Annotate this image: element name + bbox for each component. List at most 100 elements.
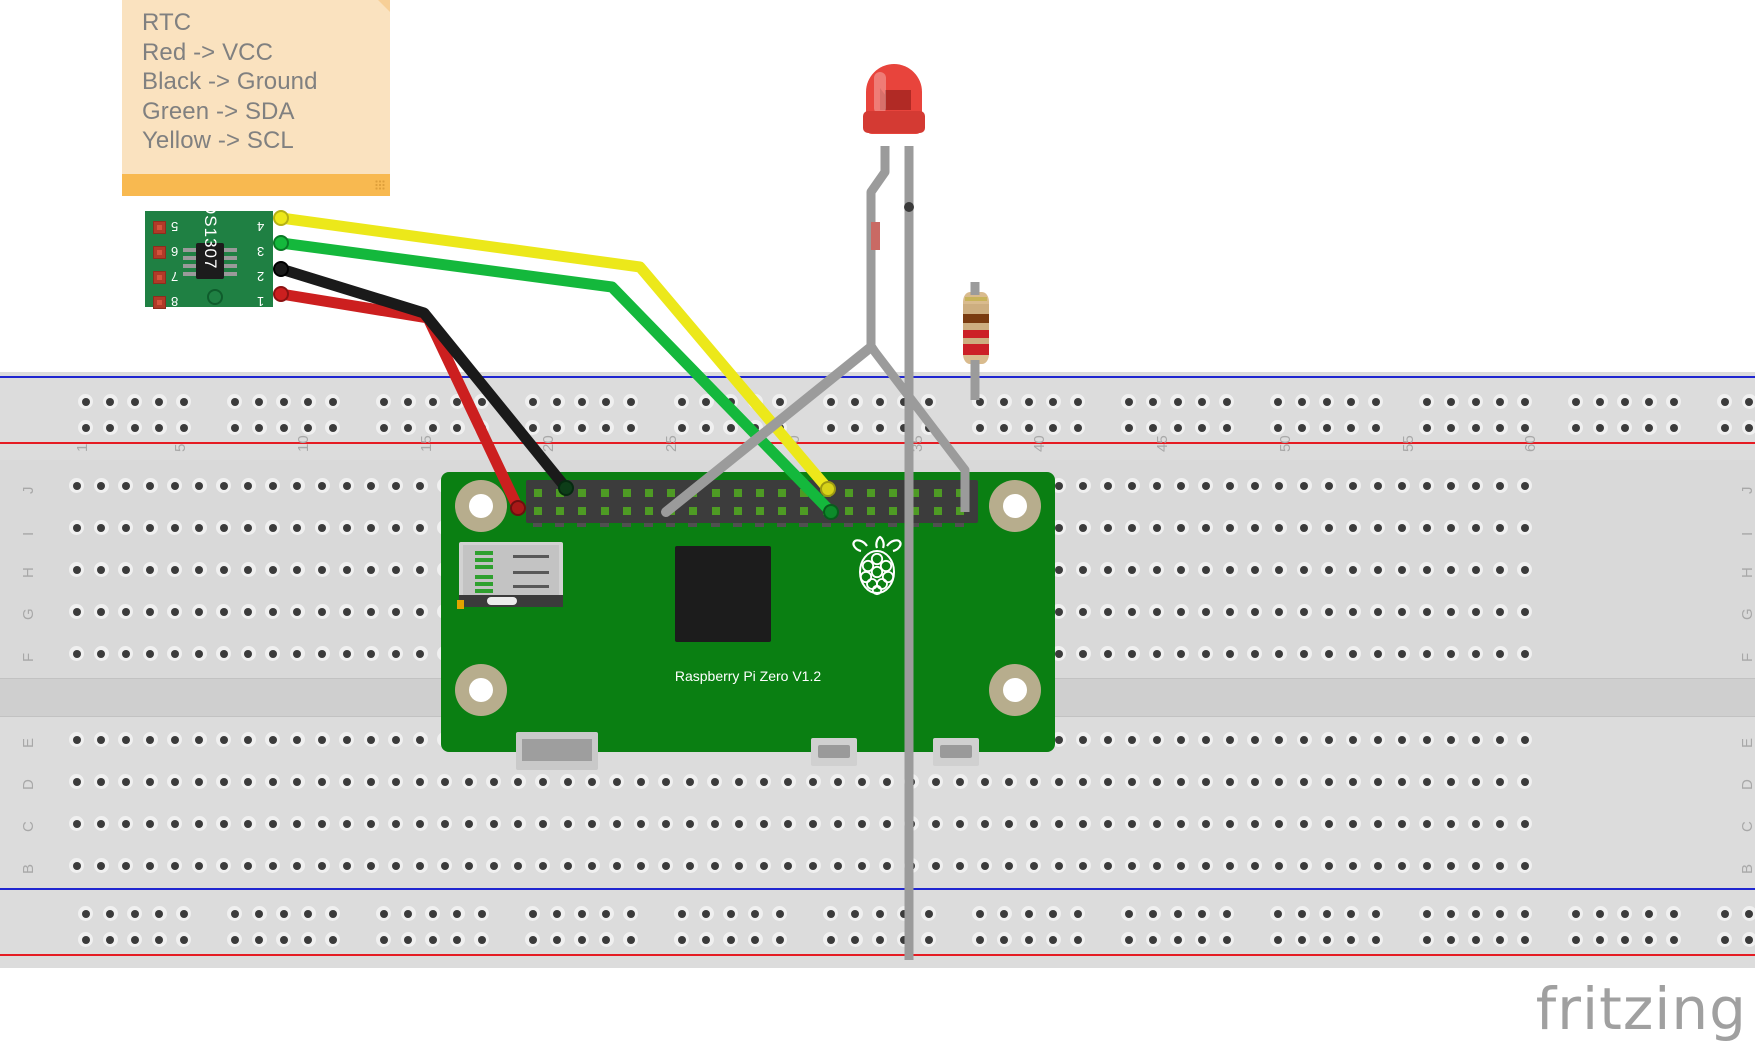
breadboard-hole[interactable] [1370,858,1386,873]
breadboard-hole[interactable] [191,520,207,535]
breadboard-hole[interactable] [1219,932,1235,947]
breadboard-hole[interactable] [388,732,404,747]
breadboard-hole[interactable] [682,858,698,873]
breadboard-hole[interactable] [854,858,870,873]
gpio-pin[interactable] [867,489,875,497]
breadboard-hole[interactable] [1222,646,1238,661]
breadboard-hole[interactable] [376,932,391,947]
breadboard-hole[interactable] [1468,858,1484,873]
breadboard-hole[interactable] [1001,816,1017,831]
breadboard-hole[interactable] [1568,932,1583,947]
yellow-wire-end[interactable] [273,210,289,226]
gpio-pin[interactable] [844,507,853,515]
breadboard-hole[interactable] [707,774,723,789]
breadboard-hole[interactable] [1345,774,1361,789]
breadboard-hole[interactable] [1173,774,1189,789]
breadboard-hole[interactable] [1592,420,1608,435]
breadboard-hole[interactable] [325,932,341,947]
breadboard-hole[interactable] [1194,932,1210,947]
breadboard-hole[interactable] [325,394,341,409]
breadboard-hole[interactable] [339,478,355,493]
breadboard-hole[interactable] [251,420,267,435]
breadboard-hole[interactable] [1271,774,1287,789]
breadboard-hole[interactable] [574,420,590,435]
breadboard-hole[interactable] [872,420,888,435]
breadboard-hole[interactable] [400,932,416,947]
breadboard-hole[interactable] [142,816,158,831]
breadboard-hole[interactable] [176,906,192,921]
note-resize-grip[interactable] [375,180,385,190]
breadboard-hole[interactable] [1045,906,1061,921]
breadboard-hole[interactable] [1492,394,1508,409]
breadboard-hole[interactable] [698,932,714,947]
breadboard-hole[interactable] [1121,394,1136,409]
breadboard-hole[interactable] [633,816,649,831]
breadboard-hole[interactable] [921,906,937,921]
breadboard-hole[interactable] [227,932,242,947]
resistor[interactable] [963,292,989,364]
breadboard-hole[interactable] [928,858,944,873]
breadboard-hole[interactable] [972,420,987,435]
breadboard-hole[interactable] [977,816,993,831]
breadboard-hole[interactable] [339,732,355,747]
breadboard-hole[interactable] [1194,394,1210,409]
breadboard-hole[interactable] [1021,906,1037,921]
breadboard-hole[interactable] [1100,646,1116,661]
breadboard-hole[interactable] [1124,816,1140,831]
breadboard-hole[interactable] [1468,732,1484,747]
breadboard-hole[interactable] [1051,774,1066,789]
gpio-pin[interactable] [778,489,787,497]
breadboard-hole[interactable] [1145,932,1161,947]
mini-hdmi-connector[interactable] [516,732,598,770]
breadboard-hole[interactable] [658,816,674,831]
breadboard-hole[interactable] [69,646,84,661]
breadboard-hole[interactable] [1443,520,1459,535]
breadboard-hole[interactable] [535,816,551,831]
breadboard-hole[interactable] [191,478,207,493]
breadboard-hole[interactable] [1345,478,1361,493]
breadboard-hole[interactable] [1717,932,1732,947]
breadboard-hole[interactable] [1443,774,1459,789]
breadboard-hole[interactable] [560,774,575,789]
breadboard-hole[interactable] [731,816,747,831]
breadboard-hole[interactable] [1075,858,1091,873]
breadboard-hole[interactable] [747,906,763,921]
breadboard-hole[interactable] [412,646,428,661]
gpio-pin[interactable] [889,489,898,497]
breadboard-hole[interactable] [805,774,821,789]
breadboard-hole[interactable] [1443,858,1459,873]
breadboard-hole[interactable] [1270,932,1285,947]
breadboard-hole[interactable] [1517,774,1533,789]
breadboard-hole[interactable] [1394,520,1410,535]
breadboard-hole[interactable] [191,604,207,619]
breadboard-hole[interactable] [1219,906,1235,921]
breadboard-hole[interactable] [191,562,207,577]
breadboard-hole[interactable] [682,774,698,789]
breadboard-hole[interactable] [1468,774,1484,789]
breadboard-hole[interactable] [1717,906,1732,921]
breadboard-hole[interactable] [928,816,944,831]
breadboard-hole[interactable] [1222,562,1238,577]
rtc-pad-6[interactable] [153,246,166,259]
breadboard-hole[interactable] [1124,646,1140,661]
breadboard-hole[interactable] [1617,420,1633,435]
breadboard-hole[interactable] [425,906,441,921]
breadboard-hole[interactable] [1319,932,1335,947]
breadboard-hole[interactable] [1568,420,1583,435]
breadboard-hole[interactable] [1517,932,1533,947]
breadboard-hole[interactable] [142,646,158,661]
breadboard-hole[interactable] [69,604,84,619]
breadboard-hole[interactable] [1321,732,1337,747]
gpio-pin[interactable] [933,507,942,515]
breadboard-hole[interactable] [1394,562,1410,577]
breadboard-hole[interactable] [449,394,465,409]
breadboard-hole[interactable] [314,562,330,577]
breadboard-hole[interactable] [805,816,821,831]
breadboard-hole[interactable] [1517,906,1533,921]
gpio-pin[interactable] [955,507,964,515]
breadboard-hole[interactable] [69,520,84,535]
breadboard-hole[interactable] [972,906,987,921]
breadboard-hole[interactable] [151,394,167,409]
breadboard-hole[interactable] [1222,520,1238,535]
breadboard-hole[interactable] [1443,816,1459,831]
